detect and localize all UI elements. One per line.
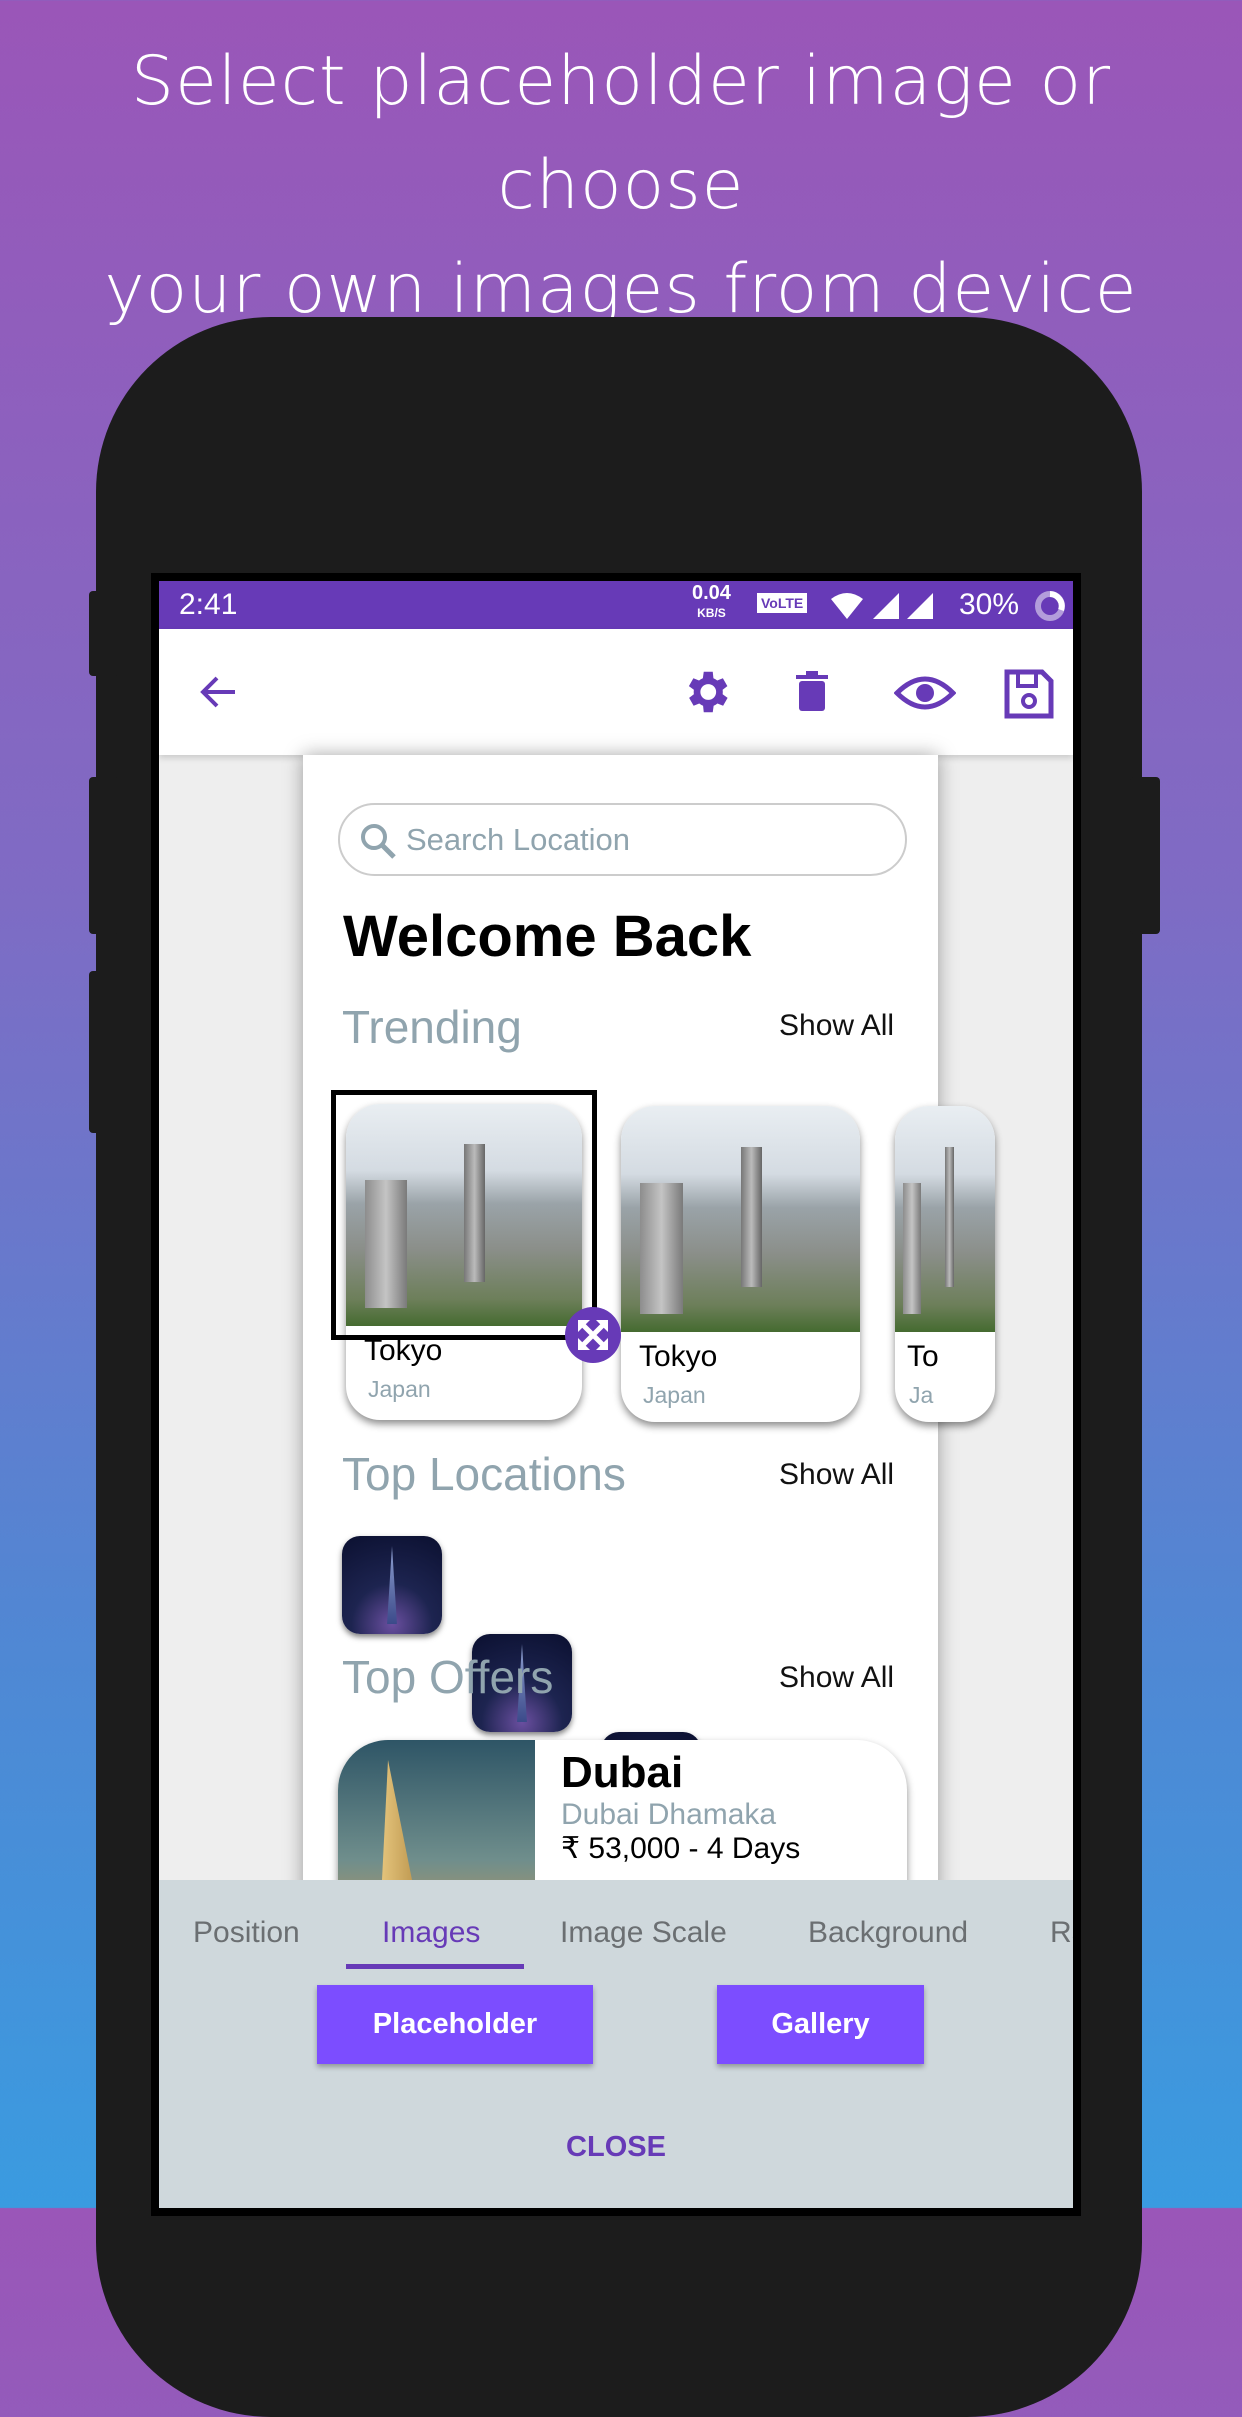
offer-name: Dubai Dhamaka [561,1798,777,1831]
net-speed-value: 0.04 [692,582,731,604]
offer-price: ₹ 53,000 - 4 Days [561,1832,801,1865]
battery-icon [1035,591,1065,621]
volte-badge: VoLTE [757,593,808,613]
section-top-offers: Top Offers [342,1651,554,1703]
tab-indicator [346,1964,524,1969]
tab-images[interactable]: Images [382,1916,480,1950]
search-placeholder: Search Location [406,821,631,857]
search-icon [361,824,396,859]
trending-show-all[interactable]: Show All [779,1009,894,1043]
phone-side-button [1130,777,1160,934]
location-thumb[interactable] [342,1536,442,1634]
toolbar [159,629,1073,755]
card-city: Tokyo [639,1340,718,1373]
signal-icons [831,593,933,619]
top-offers-show-all[interactable]: Show All [779,1661,894,1695]
gear-icon[interactable] [679,665,733,719]
card-country: Japan [368,1376,431,1402]
tab-position[interactable]: Position [193,1916,300,1950]
trending-card[interactable]: Tokyo Japan [621,1106,860,1422]
battery-percent: 30% [959,588,1020,621]
tab-image-scale[interactable]: Image Scale [560,1916,727,1950]
offer-city: Dubai [561,1748,684,1797]
net-speed: 0.04 KB/S [692,583,731,623]
headline-line-1: Select placeholder image or choose [130,42,1112,225]
trending-card[interactable]: To Ja [895,1106,995,1422]
card-photo [895,1106,995,1332]
save-icon[interactable] [1004,669,1054,719]
trash-icon[interactable] [794,669,830,713]
expand-arrows-icon [578,1320,608,1350]
phone-side-button [89,971,119,1133]
page-title: Welcome Back [343,904,752,969]
card-city: To [907,1340,939,1373]
headline: Select placeholder image or choose your … [0,30,1242,342]
status-bar: 2:41 0.04 KB/S VoLTE 30% [159,581,1073,629]
card-country: Japan [643,1382,706,1408]
status-time: 2:41 [179,588,238,621]
phone-screen: 2:41 0.04 KB/S VoLTE 30% Search Location… [151,573,1081,2216]
net-speed-unit: KB/S [697,606,726,620]
app-preview: Search Location Welcome Back Trending Sh… [303,755,995,2026]
top-locations-show-all[interactable]: Show All [779,1458,894,1492]
tab-background[interactable]: Background [808,1916,968,1950]
phone-side-button [89,777,119,934]
arrow-back-icon[interactable] [199,674,239,710]
selection-box[interactable] [331,1090,597,1340]
tab-overflow[interactable]: Ra [1050,1916,1073,1950]
search-input[interactable]: Search Location [338,803,907,876]
gallery-button[interactable]: Gallery [717,1985,924,2064]
section-top-locations: Top Locations [342,1448,626,1500]
phone-side-button [89,591,119,676]
section-trending: Trending [342,1001,522,1053]
card-photo [621,1106,860,1332]
card-country: Ja [909,1382,934,1408]
close-button[interactable]: CLOSE [159,2131,1073,2164]
bottom-sheet: Position Images Image Scale Background R… [159,1880,1073,2208]
eye-icon[interactable] [894,673,956,713]
resize-handle[interactable] [565,1307,621,1363]
placeholder-button[interactable]: Placeholder [317,1985,593,2064]
